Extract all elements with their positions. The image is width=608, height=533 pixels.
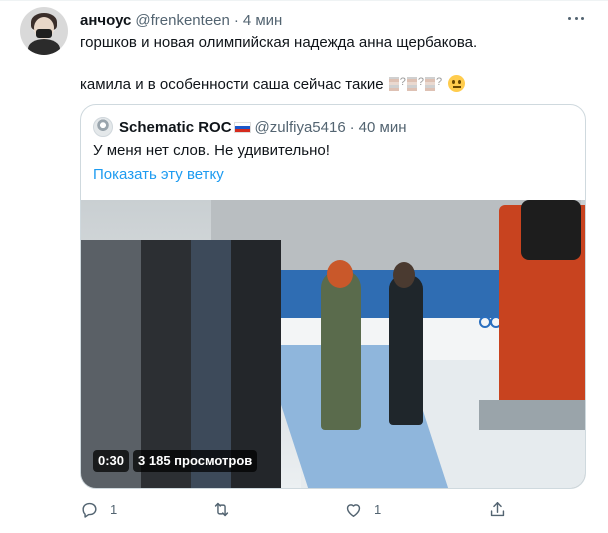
russia-flag-icon [233,121,251,133]
pixelated-emoji-sequence: ??? [388,76,447,93]
tweet-actions: 1 1 [80,497,520,521]
tweet-text-line-2: камила и в особенности саша сейчас такие… [80,72,466,95]
tweet-header: анчоус @frenkenteen · 4 мин [80,10,282,30]
show-thread-link[interactable]: Показать эту ветку [93,165,224,185]
quoted-tweet[interactable]: Schematic ROC @zulfiya5416 · 40 мин У ме… [80,104,586,489]
like-button[interactable]: 1 [344,497,381,521]
reply-button[interactable]: 1 [80,497,117,521]
reply-icon [82,502,97,518]
video-views: 3 185 просмотров [133,450,258,472]
quoted-display-name[interactable]: Schematic ROC [119,119,232,136]
quoted-header: Schematic ROC @zulfiya5416 · 40 мин [119,116,407,138]
like-icon [346,503,361,517]
video-player[interactable]: 0:30 3 185 просмотров [81,200,585,488]
retweet-icon [214,502,229,516]
more-options-icon[interactable] [566,11,586,25]
user-handle[interactable]: @frenkenteen [135,12,229,29]
tweet-text-line-1: горшков и новая олимпийская надежда анна… [80,34,478,51]
separator-dot: · [233,11,239,29]
tweet-text-line-2-text: камила и в особенности саша сейчас такие [80,76,384,93]
tweet[interactable]: анчоус @frenkenteen · 4 мин горшков и но… [0,0,608,533]
share-button[interactable] [488,497,507,521]
neutral-face-emoji [448,75,466,92]
video-info-badges: 0:30 3 185 просмотров [93,450,258,472]
reply-count: 1 [110,501,118,517]
quoted-separator-dot: · [349,118,355,136]
timestamp[interactable]: 4 мин [243,12,283,29]
like-count: 1 [374,501,382,517]
avatar[interactable] [20,7,68,55]
quoted-timestamp[interactable]: 40 мин [359,119,407,136]
video-duration: 0:30 [93,450,130,472]
quoted-handle[interactable]: @zulfiya5416 [255,119,346,136]
retweet-button[interactable] [212,497,242,521]
share-icon [490,501,505,516]
display-name[interactable]: анчоус [80,12,131,29]
quoted-avatar[interactable] [93,117,113,137]
quoted-text: У меня нет слов. Не удивительно! [93,142,330,159]
